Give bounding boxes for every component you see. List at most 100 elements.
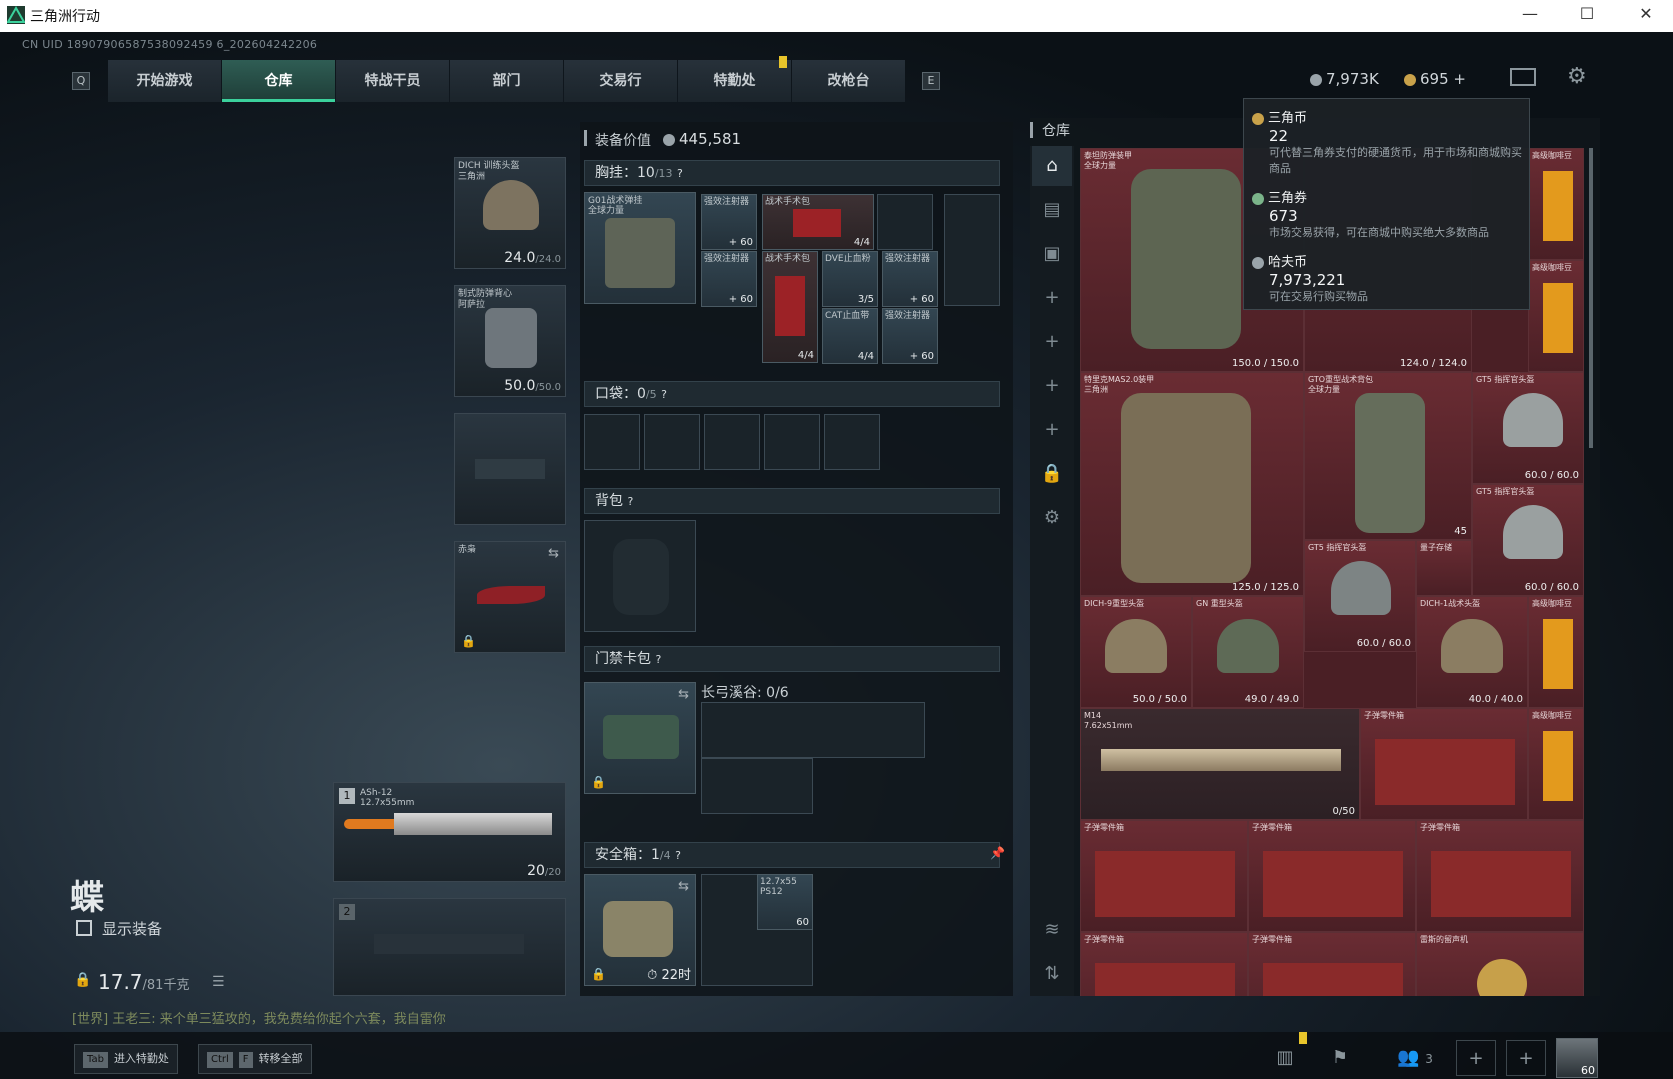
safebox-ammo[interactable]: 12.7x55 PS12 60 bbox=[757, 874, 813, 930]
ammo-qty: 60 bbox=[796, 917, 809, 928]
primary-weapon-slot[interactable]: 1 ASh-12 12.7x55mm 20/20 bbox=[333, 782, 566, 882]
tooltip-c1-name: 三角币 bbox=[1252, 107, 1307, 126]
gold-amount: 695 bbox=[1420, 70, 1449, 88]
stash-item[interactable]: GT5 指挥官头盔 60.0 / 60.0 bbox=[1472, 372, 1584, 484]
tab-operators[interactable]: 特战干员 bbox=[336, 60, 449, 102]
keycard-case[interactable]: ⇆ 🔒 bbox=[584, 682, 696, 794]
tab-special-ops[interactable]: 特勤处 bbox=[678, 60, 791, 102]
stash-item[interactable]: 雷斯的留声机 bbox=[1416, 932, 1584, 996]
nav-prev-key[interactable]: Q bbox=[72, 72, 90, 90]
stash-tab-all[interactable]: ⌂ bbox=[1032, 146, 1072, 186]
add-stash-icon[interactable]: + bbox=[1032, 322, 1072, 362]
window-titlebar: 三角洲行动 — ☐ ✕ bbox=[0, 0, 1673, 32]
keycard-row[interactable] bbox=[701, 702, 925, 758]
chest-item[interactable]: 强效注射器 + 60 bbox=[882, 308, 938, 364]
transfer-all-button[interactable]: Ctrl F 转移全部 bbox=[198, 1044, 312, 1074]
secondary-weapon-slot[interactable]: 2 bbox=[333, 898, 566, 996]
backpack-slot[interactable] bbox=[584, 520, 696, 632]
chest-item[interactable]: 战术手术包 4/4 bbox=[762, 251, 818, 363]
tab-trading[interactable]: 交易行 bbox=[564, 60, 677, 102]
stash-item[interactable]: 子弹零件箱 bbox=[1248, 932, 1416, 996]
pocket-slot[interactable] bbox=[644, 414, 700, 470]
chest-item[interactable]: 强效注射器 + 60 bbox=[882, 251, 938, 307]
stash-item[interactable]: 量子存储 bbox=[1416, 540, 1472, 596]
stash-item[interactable]: GTO重型战术背包 全球力量 45 bbox=[1304, 372, 1472, 540]
tab-warehouse[interactable]: 仓库 bbox=[222, 60, 335, 102]
team-button[interactable]: 👥 3 bbox=[1380, 1040, 1450, 1076]
stash-item[interactable]: DICH-1战术头盔 40.0 / 40.0 bbox=[1416, 596, 1528, 708]
close-button[interactable]: ✕ bbox=[1631, 4, 1661, 26]
silver-currency[interactable]: 7,973K bbox=[1310, 70, 1379, 88]
chest-item[interactable]: 强效注射器 + 60 bbox=[701, 251, 757, 307]
stash-item[interactable]: GT5 指挥官头盔 60.0 / 60.0 bbox=[1472, 484, 1584, 596]
pistol-slot[interactable] bbox=[454, 413, 566, 525]
stash-item[interactable]: 高级咖啡豆 bbox=[1528, 260, 1584, 372]
add-stash-icon[interactable]: + bbox=[1032, 410, 1072, 450]
invite-slot-button[interactable]: + bbox=[1506, 1040, 1546, 1076]
stash-item[interactable]: 子弹零件箱 bbox=[1080, 932, 1248, 996]
pocket-slot[interactable] bbox=[704, 414, 760, 470]
maximize-button[interactable]: ☐ bbox=[1572, 4, 1602, 26]
stash-item[interactable]: 子弹零件箱 bbox=[1248, 820, 1416, 932]
stash-item[interactable]: DICH-9重型头盔 50.0 / 50.0 bbox=[1080, 596, 1192, 708]
stash-item[interactable]: 子弹零件箱 bbox=[1416, 820, 1584, 932]
chest-item[interactable]: 强效注射器 + 60 bbox=[701, 194, 757, 250]
silver-coin-icon bbox=[1310, 73, 1322, 86]
swap-icon[interactable]: ⇆ bbox=[678, 879, 689, 894]
pocket-slot[interactable] bbox=[764, 414, 820, 470]
weight-list-icon[interactable]: ☰ bbox=[212, 974, 225, 990]
add-stash-icon[interactable]: + bbox=[1032, 366, 1072, 406]
add-currency-button[interactable]: + bbox=[1453, 70, 1466, 88]
tab-department[interactable]: 部门 bbox=[450, 60, 563, 102]
chest-item[interactable]: 战术手术包 4/4 bbox=[762, 194, 874, 250]
tab-gunsmith[interactable]: 改枪台 bbox=[792, 60, 905, 102]
flag-icon[interactable]: ⚑ bbox=[1320, 1040, 1360, 1076]
team-icon: 👥 bbox=[1397, 1047, 1420, 1068]
stash-item[interactable]: 特里克MAS2.0装甲 三角洲 125.0 / 125.0 bbox=[1080, 372, 1304, 596]
tab-start-game[interactable]: 开始游戏 bbox=[108, 60, 221, 102]
stats-icon[interactable]: ▥ bbox=[1265, 1040, 1305, 1076]
stash-item[interactable]: 子弹零件箱 bbox=[1360, 708, 1528, 820]
stash-item[interactable]: M14 7.62x51mm 0/50 bbox=[1080, 708, 1360, 820]
swap-icon[interactable]: ⇆ bbox=[678, 687, 689, 702]
stash-tab-3-icon[interactable]: ▣ bbox=[1032, 234, 1072, 274]
empty-slot[interactable] bbox=[877, 194, 933, 250]
stash-tab-2-icon[interactable]: ▤ bbox=[1032, 190, 1072, 230]
stash-scrollbar[interactable] bbox=[1589, 148, 1593, 448]
settings-gear-icon[interactable]: ⚙ bbox=[1567, 64, 1587, 89]
stash-item[interactable]: GN 重型头盔 49.0 / 49.0 bbox=[1192, 596, 1304, 708]
stash-item[interactable]: 高级咖啡豆 bbox=[1528, 708, 1584, 820]
stash-item[interactable]: 高级咖啡豆 bbox=[1528, 596, 1584, 708]
chest-item[interactable]: CAT止血带 4/4 bbox=[822, 308, 878, 364]
world-chat-message[interactable]: [世界] 王老三: 来个单三猛攻的，我免费给你起个六套，我自雷你 bbox=[72, 1008, 446, 1027]
add-stash-icon[interactable]: + bbox=[1032, 278, 1072, 318]
swap-icon[interactable]: ⇆ bbox=[548, 546, 559, 561]
empty-slot[interactable] bbox=[944, 194, 1000, 306]
player-avatar[interactable]: 60 bbox=[1556, 1038, 1598, 1078]
pocket-slot[interactable] bbox=[824, 414, 880, 470]
armor-slot[interactable]: 制式防弹背心 阿萨拉 50.0/50.0 bbox=[454, 285, 566, 397]
invite-slot-button[interactable]: + bbox=[1456, 1040, 1496, 1076]
layers-icon[interactable]: ≋ bbox=[1032, 910, 1072, 950]
karambit-image bbox=[477, 586, 545, 604]
pocket-slot[interactable] bbox=[584, 414, 640, 470]
keycard-row[interactable] bbox=[701, 758, 813, 814]
sort-icon[interactable]: ⇅ bbox=[1032, 954, 1072, 994]
chest-rig-item[interactable]: G01战术弹挂 全球力量 bbox=[584, 192, 696, 304]
nav-next-key[interactable]: E bbox=[922, 72, 940, 90]
lock-stash-icon[interactable]: 🔒 bbox=[1032, 454, 1072, 494]
stash-item[interactable]: 子弹零件箱 bbox=[1080, 820, 1248, 932]
gold-currency[interactable]: 695 + bbox=[1404, 70, 1466, 88]
helmet-slot[interactable]: DICH 训练头盔 三角洲 24.0/24.0 bbox=[454, 157, 566, 269]
stash-item[interactable]: GT5 指挥官头盔 60.0 / 60.0 bbox=[1304, 540, 1416, 652]
minimize-button[interactable]: — bbox=[1515, 4, 1545, 26]
stash-item[interactable]: 高级咖啡豆 bbox=[1528, 148, 1584, 260]
pin-icon[interactable]: 📌 bbox=[990, 846, 1005, 860]
show-gear-checkbox[interactable] bbox=[76, 920, 92, 936]
mail-icon[interactable] bbox=[1510, 68, 1536, 86]
safebox-item[interactable]: ⇆ 🔒 ⏱ 22时 bbox=[584, 874, 696, 986]
chest-item[interactable]: DVE止血粉 3/5 bbox=[822, 251, 878, 307]
melee-slot[interactable]: 赤枭 ⇆ 🔒 bbox=[454, 541, 566, 653]
enter-special-ops-button[interactable]: Tab 进入特勤处 bbox=[74, 1044, 178, 1074]
stash-settings-icon[interactable]: ⚙ bbox=[1032, 498, 1072, 538]
